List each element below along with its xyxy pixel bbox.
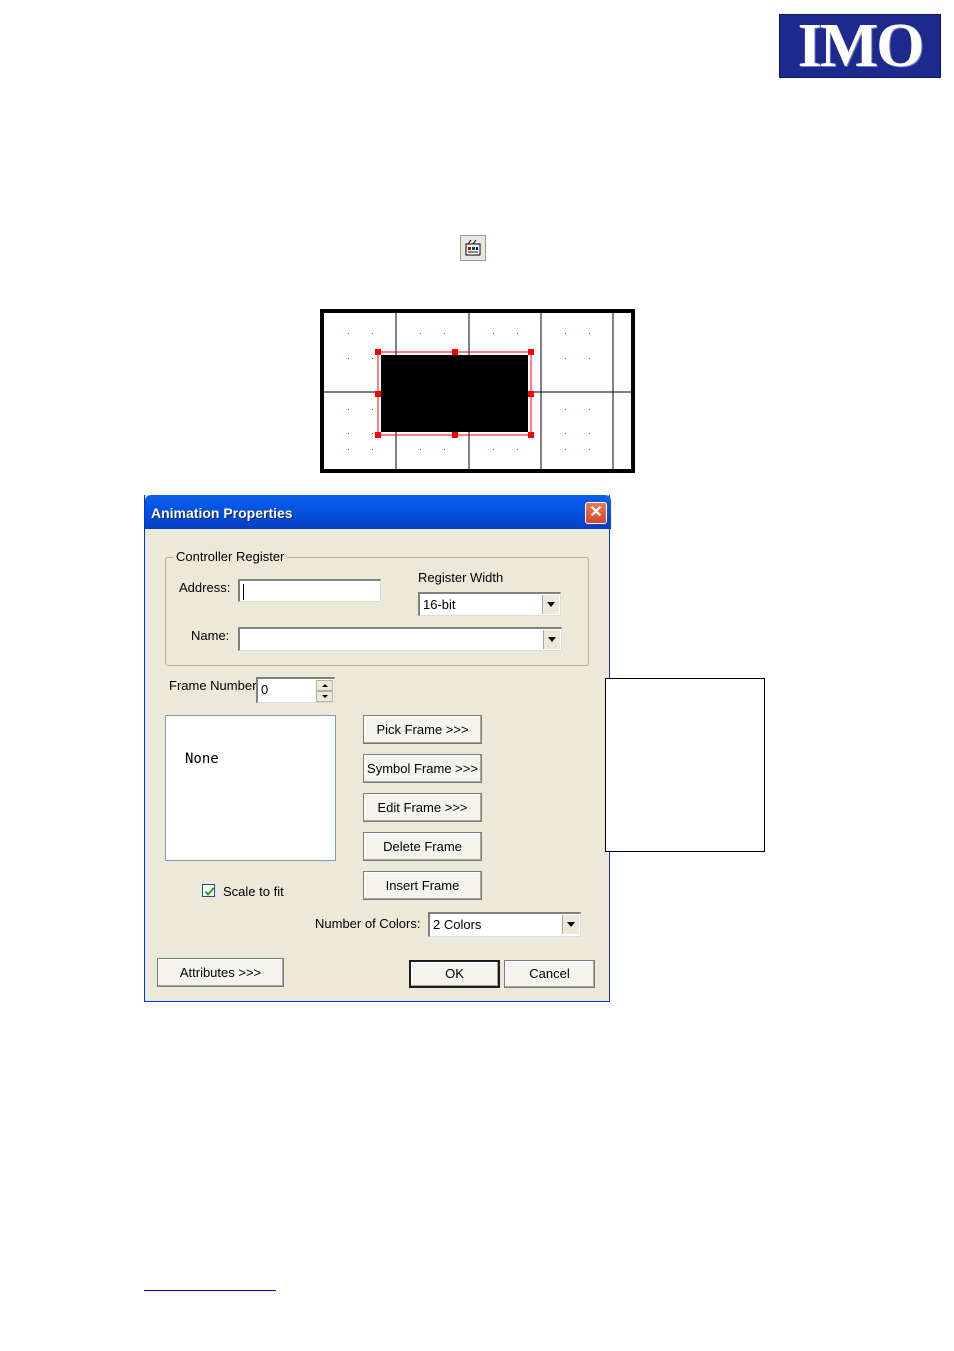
close-icon: ✕ — [589, 504, 603, 521]
animation-properties-dialog: Animation Properties ✕ Controller Regist… — [144, 495, 611, 1002]
number-of-colors-value: 2 Colors — [433, 917, 482, 932]
annotation-box — [605, 678, 765, 852]
list-item[interactable]: None — [185, 751, 219, 767]
edit-frame-button[interactable]: Edit Frame >>> — [363, 793, 482, 822]
text-caret — [243, 584, 244, 600]
spin-up-icon[interactable] — [316, 680, 333, 691]
chevron-down-icon[interactable] — [543, 630, 560, 649]
address-label: Address: — [179, 580, 231, 595]
number-of-colors-label: Number of Colors: — [315, 916, 421, 931]
register-width-value: 16-bit — [423, 597, 456, 612]
scale-to-fit-label: Scale to fit — [223, 884, 284, 899]
chevron-down-icon[interactable] — [562, 915, 579, 934]
animation-canvas-preview — [320, 309, 635, 473]
frame-number-label: Frame Number: — [169, 678, 261, 693]
frames-list[interactable]: None — [165, 715, 336, 861]
selected-animation-object — [381, 355, 528, 432]
canvas-grid — [324, 313, 631, 469]
attributes-button[interactable]: Attributes >>> — [157, 958, 284, 987]
name-label: Name: — [191, 628, 230, 643]
insert-frame-button[interactable]: Insert Frame — [363, 871, 482, 900]
pick-frame-button[interactable]: Pick Frame >>> — [363, 715, 482, 744]
ok-button[interactable]: OK — [409, 960, 500, 988]
dialog-title: Animation Properties — [151, 505, 293, 521]
scale-to-fit-checkbox[interactable] — [202, 884, 215, 897]
checkmark-icon — [204, 887, 215, 897]
animation-icon[interactable] — [460, 235, 486, 261]
frame-number-stepper[interactable]: 0 — [256, 677, 335, 703]
frame-number-value: 0 — [261, 682, 269, 697]
spin-buttons[interactable] — [316, 680, 333, 702]
close-button[interactable]: ✕ — [585, 502, 607, 524]
controller-register-label: Controller Register — [173, 549, 288, 564]
delete-frame-button[interactable]: Delete Frame — [363, 832, 482, 861]
chevron-down-icon[interactable] — [542, 595, 559, 614]
cancel-button[interactable]: Cancel — [504, 960, 595, 988]
register-width-select[interactable]: 16-bit — [418, 592, 561, 616]
imo-logo: IMO — [779, 14, 941, 78]
spin-down-icon[interactable] — [316, 691, 333, 702]
symbol-frame-button[interactable]: Symbol Frame >>> — [363, 754, 482, 783]
name-select[interactable] — [238, 627, 562, 651]
number-of-colors-select[interactable]: 2 Colors — [428, 912, 581, 937]
footer-link-underline — [144, 1290, 276, 1291]
logo-text: IMO — [797, 12, 925, 80]
dialog-title-bar[interactable]: Animation Properties ✕ — [145, 495, 611, 529]
register-width-label: Register Width — [418, 570, 504, 585]
address-input[interactable] — [238, 579, 381, 602]
